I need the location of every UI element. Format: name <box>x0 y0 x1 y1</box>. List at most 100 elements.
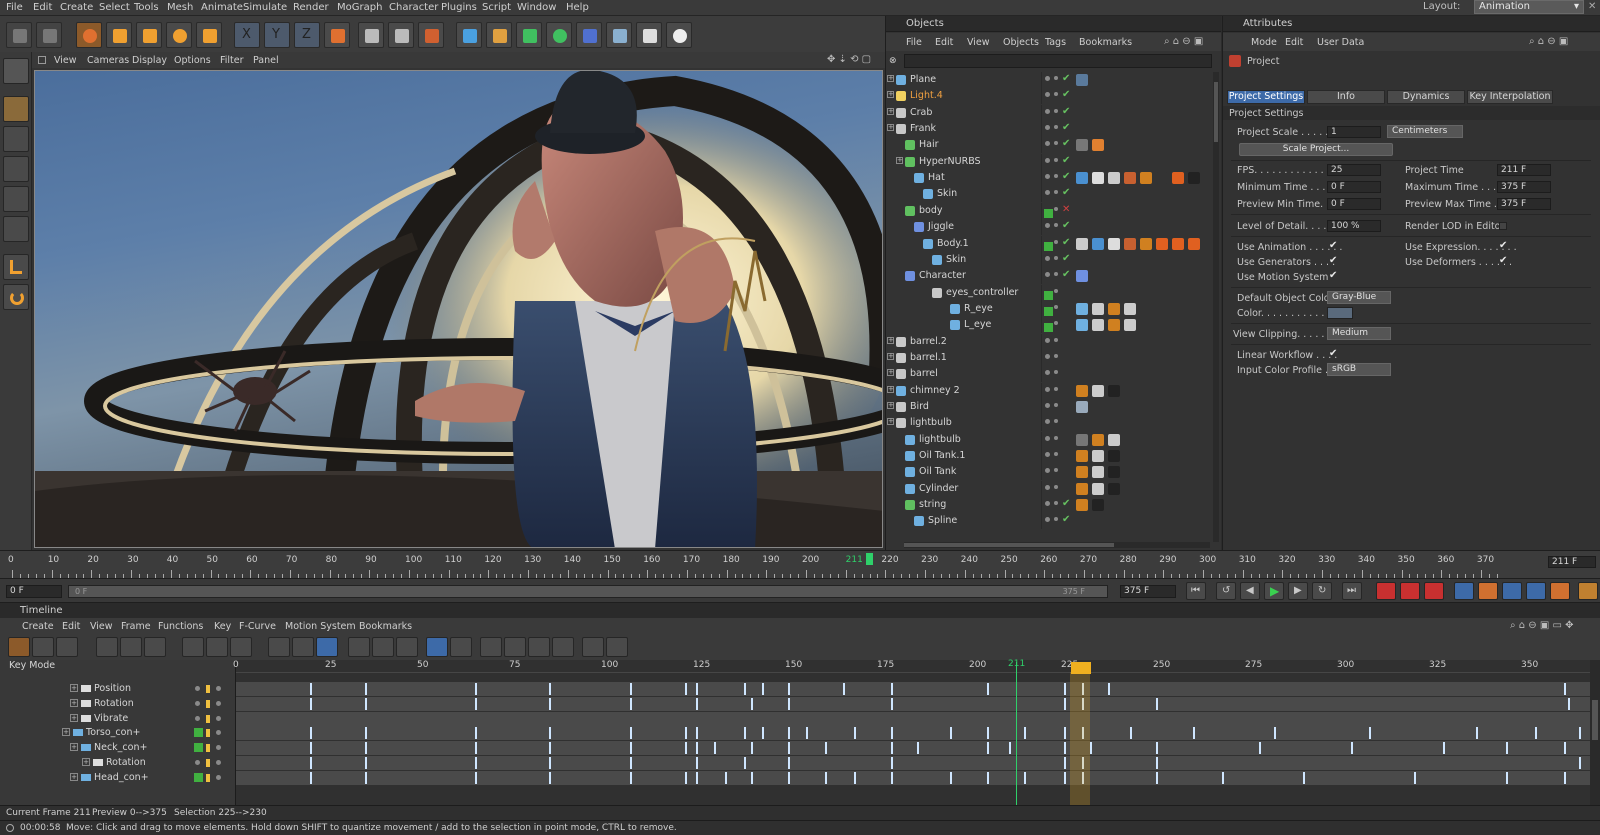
enabled-check-icon[interactable]: ✔ <box>1062 171 1070 182</box>
editor-visibility-dot[interactable] <box>1045 255 1050 261</box>
keyframe[interactable] <box>548 697 551 710</box>
visibility-dots[interactable] <box>1044 353 1062 363</box>
visibility-dots[interactable] <box>1044 255 1062 265</box>
record-pla-icon[interactable] <box>1550 582 1570 600</box>
keyframe[interactable] <box>949 727 952 740</box>
objects-menu-objects[interactable]: Objects <box>1003 37 1039 48</box>
record-parameter-icon[interactable] <box>1526 582 1546 600</box>
visibility-dots[interactable] <box>1044 222 1062 232</box>
render-visibility-dot[interactable] <box>1054 92 1058 97</box>
editor-visibility-dot[interactable] <box>1045 174 1050 180</box>
lock-track-button[interactable] <box>528 637 550 657</box>
tag-icon[interactable] <box>1076 302 1088 315</box>
keyframe[interactable] <box>1568 697 1571 710</box>
object-row[interactable]: + Frank ✔ <box>886 121 1211 138</box>
render-lod-checkbox[interactable] <box>1499 222 1507 230</box>
keyframe[interactable] <box>1108 683 1111 695</box>
tag-icon[interactable] <box>1124 319 1136 332</box>
objects-menu-file[interactable]: File <box>906 37 922 48</box>
scale-project-button[interactable]: Scale Project... <box>1239 143 1393 156</box>
visibility-dots[interactable] <box>1044 369 1062 379</box>
editor-visibility-dot[interactable] <box>1045 370 1050 376</box>
cube-icon[interactable] <box>456 22 482 48</box>
attributes-menu-edit[interactable]: Edit <box>1285 37 1303 48</box>
keyframe[interactable] <box>548 683 551 695</box>
zero-length-button[interactable] <box>582 637 604 657</box>
render-visibility-dot[interactable] <box>1054 206 1058 211</box>
track-solo-dot[interactable] <box>216 715 221 721</box>
enabled-check-icon[interactable]: ✔ <box>1062 155 1070 166</box>
keyframe[interactable] <box>684 771 687 784</box>
keyframe[interactable] <box>1064 742 1066 755</box>
visibility-dots[interactable] <box>1044 451 1062 461</box>
keyframe[interactable] <box>1579 727 1582 740</box>
keyframe[interactable] <box>788 683 790 695</box>
visibility-dots[interactable] <box>1044 206 1062 218</box>
keyframe[interactable] <box>806 727 809 740</box>
render-visibility-dot[interactable] <box>1054 452 1058 457</box>
keyframe[interactable] <box>824 742 827 755</box>
keyframe[interactable] <box>364 771 367 784</box>
scale-tool-button[interactable] <box>136 22 162 48</box>
lock-key-button[interactable] <box>144 637 166 657</box>
fcurve-mode-button[interactable] <box>32 637 54 657</box>
tab-info[interactable]: Info <box>1307 90 1385 104</box>
mute-button[interactable] <box>480 637 502 657</box>
y-axis-button[interactable]: Y <box>264 22 290 48</box>
keyframe[interactable] <box>475 683 478 695</box>
viewport-render[interactable] <box>34 70 883 548</box>
keyframe[interactable] <box>1064 727 1066 740</box>
render-visibility-dot[interactable] <box>1054 353 1058 358</box>
menu-tools[interactable]: Tools <box>134 2 159 13</box>
array-icon[interactable] <box>546 22 572 48</box>
make-editable-button[interactable] <box>3 58 29 84</box>
object-row[interactable]: body ✕ <box>886 202 1211 220</box>
tag-icon[interactable] <box>1076 482 1088 495</box>
keyframe[interactable] <box>309 771 312 784</box>
track-row[interactable]: + Vibrate <box>0 711 236 726</box>
tag-icon[interactable] <box>1076 139 1088 152</box>
keyframe[interactable] <box>475 742 478 755</box>
object-row[interactable]: + Plane ✔ <box>886 72 1211 89</box>
z-axis-button[interactable]: Z <box>294 22 320 48</box>
close-icon[interactable]: ✕ <box>1588 1 1598 12</box>
keyframe[interactable] <box>696 771 698 784</box>
tag-icon[interactable] <box>1076 172 1088 185</box>
tag-icon[interactable] <box>1108 172 1120 185</box>
objects-menu-tags[interactable]: Tags <box>1045 37 1066 48</box>
keyframe[interactable] <box>751 697 754 710</box>
keyframe[interactable] <box>751 742 754 755</box>
object-row[interactable]: lightbulb <box>886 431 1211 449</box>
keyframe[interactable] <box>986 727 989 740</box>
tag-icon[interactable] <box>1092 450 1104 463</box>
enabled-check-icon[interactable]: ✔ <box>1062 138 1070 149</box>
tag-icon[interactable] <box>1076 499 1088 512</box>
tag-icon[interactable] <box>1172 172 1184 185</box>
recent-tool-button[interactable] <box>196 22 222 48</box>
expand-icon[interactable]: + <box>887 402 894 409</box>
next-key-icon[interactable]: ↻ <box>1312 582 1332 600</box>
tag-icon[interactable] <box>1076 74 1088 86</box>
editor-visibility-dot[interactable] <box>1045 419 1050 425</box>
keyframe[interactable] <box>1259 742 1262 755</box>
edges-mode-button[interactable] <box>3 186 29 212</box>
render-visibility-dot[interactable] <box>1054 141 1058 146</box>
keyframe[interactable] <box>696 683 698 695</box>
keyframe[interactable] <box>309 683 312 695</box>
tag-icon[interactable] <box>1076 450 1088 463</box>
tag-icon[interactable] <box>1124 237 1136 250</box>
render-visibility-dot[interactable] <box>1054 419 1058 424</box>
keyframe[interactable] <box>548 727 551 740</box>
timeline-menu-edit[interactable]: Edit <box>62 621 80 632</box>
visibility-dots[interactable] <box>1044 320 1062 333</box>
keyframe[interactable] <box>891 727 894 740</box>
keyframe[interactable] <box>891 742 894 755</box>
keyframe[interactable] <box>1579 757 1582 769</box>
keyframe[interactable] <box>891 683 894 695</box>
timeline-menu-key[interactable]: Key <box>214 621 231 632</box>
use-animation-checkbox[interactable]: ✔ <box>1329 240 1337 251</box>
object-row[interactable]: Oil Tank <box>886 464 1211 481</box>
track-row[interactable]: + Rotation <box>0 755 236 770</box>
keyframe[interactable] <box>714 742 717 755</box>
min-time-field[interactable]: 0 F <box>1327 181 1381 193</box>
